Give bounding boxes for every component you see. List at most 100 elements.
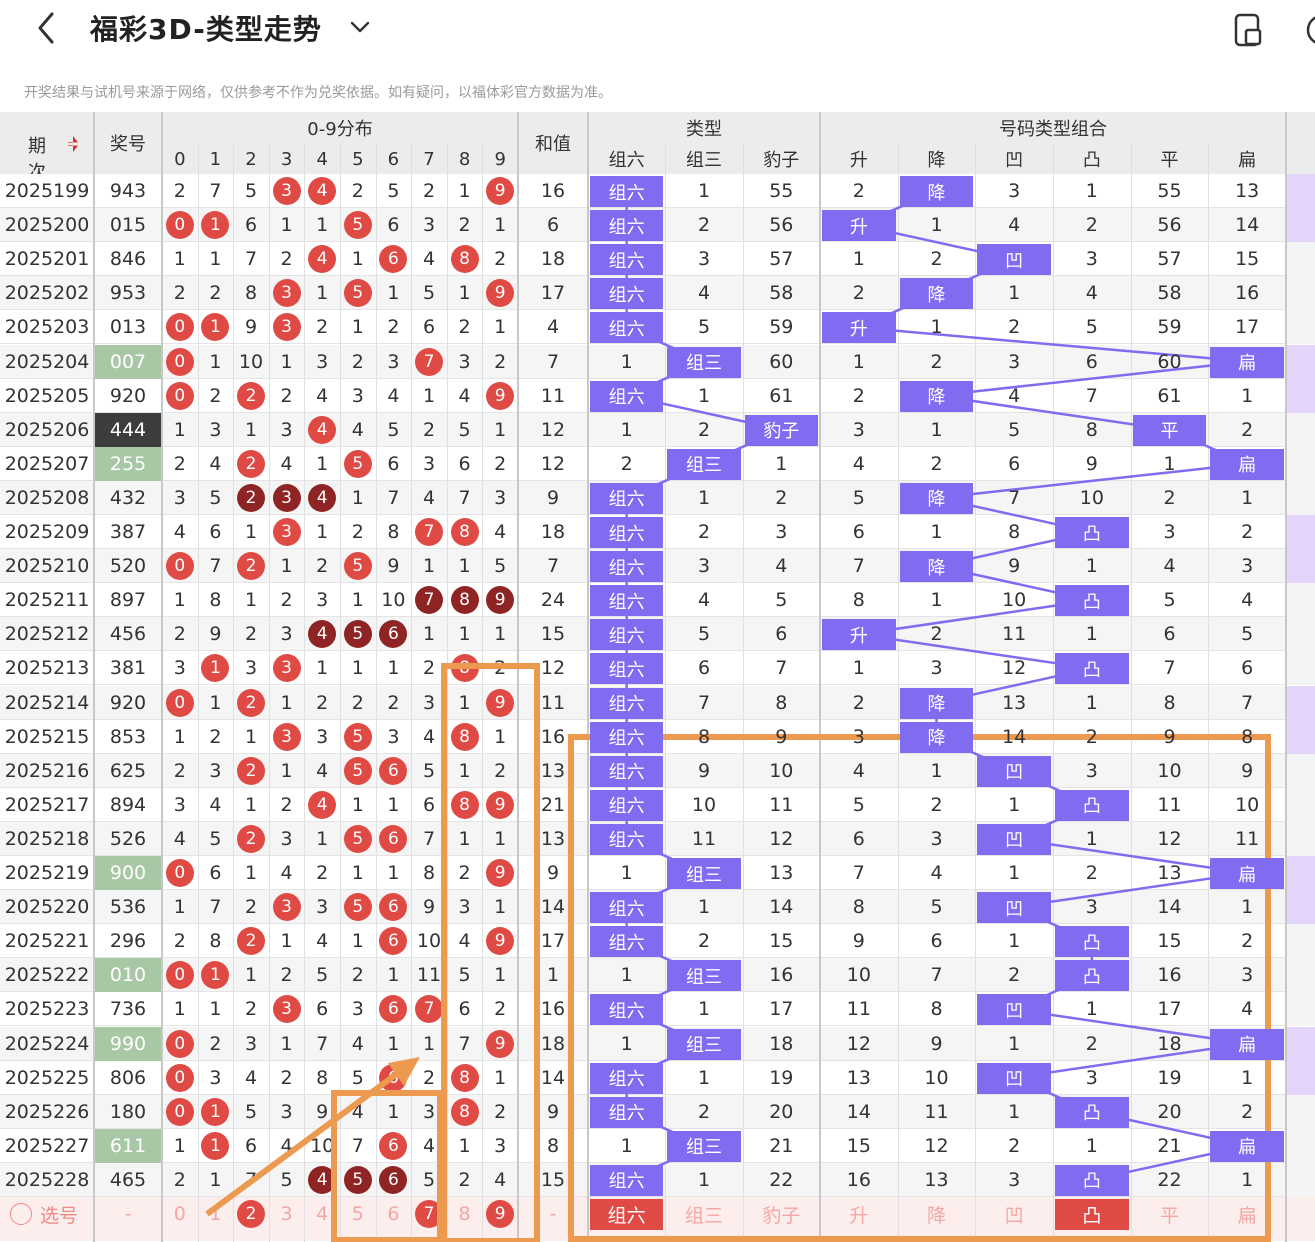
page-title[interactable]: 福彩3D-类型走势 — [90, 8, 322, 48]
type-miss-cell: 2 — [620, 452, 633, 475]
type-hit-block: 组六 — [590, 721, 664, 753]
type-miss-cell: 1 — [775, 452, 788, 475]
combo-hit-block: 升 — [822, 619, 896, 651]
type-hit-block: 组三 — [667, 346, 741, 378]
phone-card-icon[interactable] — [1228, 10, 1268, 50]
type-miss-cell: 2 — [697, 930, 711, 953]
type-miss-cell: 60 — [769, 350, 794, 373]
type-hit-block: 组六 — [590, 687, 664, 719]
combo-miss-cell: 2 — [1085, 214, 1098, 237]
combo-miss-cell: 11 — [1157, 793, 1182, 816]
combo-miss-cell: 6 — [1085, 350, 1098, 373]
combo-miss-cell: 5 — [1008, 418, 1021, 441]
combo-miss-cell: 4 — [1241, 589, 1254, 612]
type-miss-cell: 55 — [769, 180, 794, 203]
combo-miss-cell: 1 — [1085, 827, 1098, 850]
type-miss-cell: 2 — [697, 418, 711, 441]
type-miss-cell: 3 — [775, 521, 788, 544]
chevron-down-icon[interactable] — [345, 12, 375, 42]
type-hit-block: 组六 — [590, 585, 664, 617]
type-miss-cell: 16 — [769, 964, 794, 987]
combo-hit-block: 降 — [899, 721, 974, 753]
combo-miss-cell: 16 — [1235, 282, 1260, 305]
combo-miss-cell: 13 — [924, 1168, 949, 1191]
combo-miss-cell: 2 — [930, 452, 943, 475]
type-miss-cell: 13 — [769, 862, 794, 885]
type-miss-cell: 4 — [697, 589, 711, 612]
type-miss-cell: 2 — [697, 214, 711, 237]
combo-miss-cell: 3 — [1085, 248, 1098, 271]
combo-miss-cell: 1 — [1085, 1134, 1098, 1157]
type-miss-cell: 56 — [769, 214, 794, 237]
combo-miss-cell: 11 — [1002, 623, 1027, 646]
circle-icon[interactable] — [1300, 10, 1315, 50]
combo-miss-cell: 1 — [1008, 793, 1021, 816]
type-miss-cell: 59 — [769, 316, 794, 339]
disclaimer-notice: 开奖结果与试机号来源于网络，仅供参考不作为兑奖依据。如有疑问，以福体彩官方数据为… — [24, 85, 612, 101]
combo-miss-cell: 3 — [1163, 521, 1176, 544]
combo-miss-cell: 1 — [852, 350, 865, 373]
combo-miss-cell: 9 — [1163, 725, 1176, 748]
combo-miss-cell: 13 — [1002, 691, 1027, 714]
combo-miss-cell: 6 — [930, 930, 943, 953]
combo-miss-cell: 14 — [846, 1100, 871, 1123]
combo-miss-cell: 2 — [1008, 964, 1021, 987]
combo-miss-cell: 14 — [1235, 214, 1260, 237]
combo-miss-cell: 12 — [924, 1134, 949, 1157]
type-hit-block: 组六 — [590, 312, 664, 344]
combo-miss-cell: 55 — [1157, 180, 1182, 203]
combo-miss-cell: 9 — [852, 930, 865, 953]
combo-miss-cell: 16 — [846, 1168, 871, 1191]
combo-miss-cell: 57 — [1157, 248, 1182, 271]
combo-miss-cell: 2 — [1085, 1032, 1098, 1055]
type-hit-block: 组六 — [590, 789, 664, 821]
combo-miss-cell: 11 — [846, 998, 871, 1021]
combo-miss-cell: 1 — [852, 657, 865, 680]
combo-miss-cell: 3 — [1085, 896, 1098, 919]
combo-miss-cell: 1 — [930, 316, 943, 339]
type-miss-cell: 2 — [697, 521, 711, 544]
combo-miss-cell: 1 — [1241, 1066, 1254, 1089]
type-miss-cell: 2 — [775, 486, 788, 509]
type-miss-cell: 8 — [775, 691, 788, 714]
combo-miss-cell: 15 — [846, 1134, 871, 1157]
type-miss-cell: 61 — [769, 384, 794, 407]
type-miss-cell: 1 — [697, 180, 711, 203]
combo-miss-cell: 8 — [930, 998, 943, 1021]
type-miss-cell: 4 — [775, 555, 788, 578]
type-miss-cell: 5 — [775, 589, 788, 612]
type-miss-cell: 7 — [775, 657, 788, 680]
type-miss-cell: 3 — [697, 555, 711, 578]
combo-miss-cell: 14 — [1157, 896, 1182, 919]
combo-miss-cell: 20 — [1157, 1100, 1182, 1123]
combo-miss-cell: 2 — [1085, 862, 1098, 885]
type-miss-cell: 22 — [769, 1168, 794, 1191]
combo-miss-cell: 8 — [1008, 521, 1021, 544]
back-chevron-icon[interactable] — [28, 8, 68, 48]
type-miss-cell: 6 — [775, 623, 788, 646]
type-miss-cell: 1 — [620, 862, 633, 885]
combo-hit-block: 平 — [1132, 414, 1207, 446]
combo-miss-cell: 10 — [924, 1066, 949, 1089]
combo-hit-block: 凸 — [1055, 585, 1129, 617]
combo-miss-cell: 15 — [1235, 248, 1260, 271]
combo-miss-cell: 1 — [930, 214, 943, 237]
combo-hit-block: 凸 — [1055, 926, 1129, 958]
combo-hit-block: 凸 — [1055, 960, 1129, 992]
combo-miss-cell: 59 — [1157, 316, 1182, 339]
combo-hit-block: 升 — [822, 210, 896, 242]
combo-hit-block: 降 — [899, 482, 974, 514]
type-miss-cell: 10 — [691, 793, 717, 816]
combo-miss-cell: 21 — [1157, 1134, 1182, 1157]
combo-miss-cell: 3 — [1085, 759, 1098, 782]
type-hit-block: 组六 — [590, 755, 664, 787]
combo-miss-cell: 19 — [1157, 1066, 1182, 1089]
combo-hit-block: 凹 — [977, 823, 1051, 855]
combo-miss-cell: 56 — [1157, 214, 1182, 237]
type-miss-cell: 17 — [769, 998, 794, 1021]
combo-hit-block: 凹 — [977, 755, 1051, 787]
type-miss-cell: 1 — [697, 384, 711, 407]
combo-miss-cell: 4 — [852, 759, 865, 782]
combo-miss-cell: 8 — [852, 589, 865, 612]
combo-hit-block: 凸 — [1055, 1096, 1129, 1128]
